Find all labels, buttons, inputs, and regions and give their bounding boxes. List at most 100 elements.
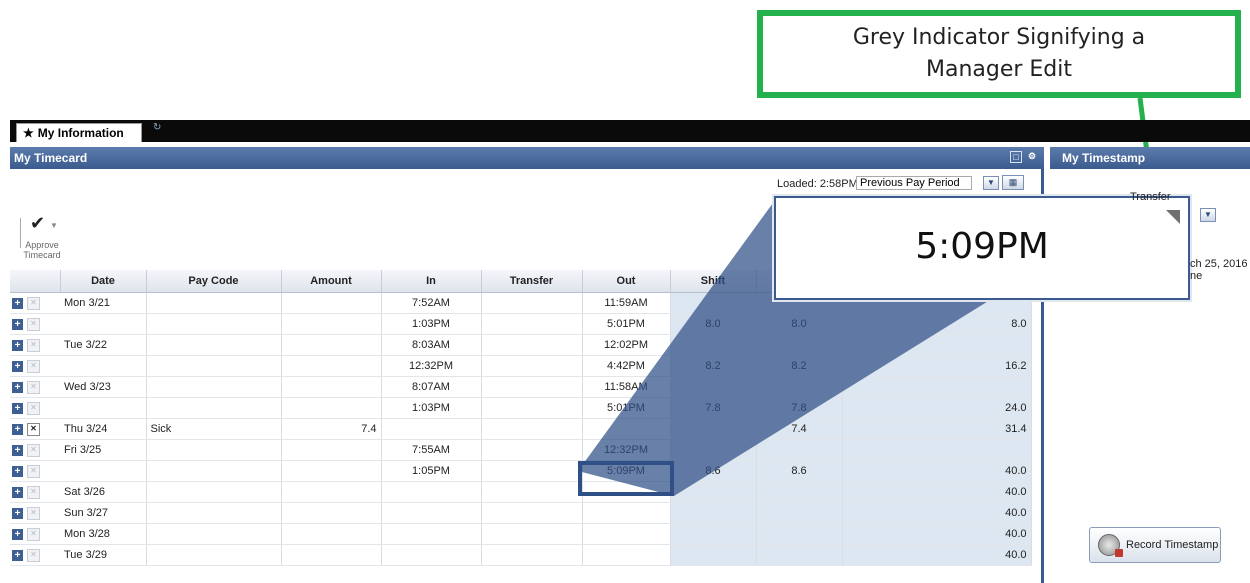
cell-in[interactable]: 1:03PM: [381, 313, 482, 335]
cell-pay-code[interactable]: [146, 481, 282, 503]
transfer-dropdown-icon[interactable]: ▼: [1200, 208, 1216, 222]
maximize-icon[interactable]: □: [1010, 151, 1022, 163]
plus-icon[interactable]: +: [12, 465, 23, 477]
header-date[interactable]: Date: [60, 270, 147, 293]
cell-transfer[interactable]: [481, 481, 583, 503]
cell-pay-code[interactable]: [146, 292, 282, 314]
cell-daily[interactable]: [756, 544, 843, 566]
delete-icon[interactable]: ✕: [27, 317, 40, 331]
cell-date[interactable]: Wed 3/23: [60, 376, 147, 398]
cell-amount[interactable]: [281, 481, 382, 503]
cell-in[interactable]: [381, 481, 482, 503]
cell-transfer[interactable]: [481, 355, 583, 377]
cell-in[interactable]: 8:07AM: [381, 376, 482, 398]
cell-in[interactable]: 8:03AM: [381, 334, 482, 356]
record-timestamp-button[interactable]: Record Timestamp: [1089, 527, 1221, 563]
plus-icon[interactable]: +: [12, 444, 23, 456]
cell-in[interactable]: 12:32PM: [381, 355, 482, 377]
header-pay-code[interactable]: Pay Code: [146, 270, 282, 293]
delete-icon[interactable]: ✕: [27, 548, 40, 562]
cell-amount[interactable]: [281, 313, 382, 335]
cell-date[interactable]: [60, 397, 147, 419]
plus-icon[interactable]: +: [12, 318, 23, 330]
cell-amount[interactable]: [281, 376, 382, 398]
cell-transfer[interactable]: [481, 418, 583, 440]
plus-icon[interactable]: +: [12, 402, 23, 414]
plus-icon[interactable]: +: [12, 507, 23, 519]
cell-date[interactable]: Sun 3/27: [60, 502, 147, 524]
cell-shift[interactable]: [670, 523, 757, 545]
cell-date[interactable]: Thu 3/24: [60, 418, 147, 440]
delete-icon[interactable]: ✕: [27, 422, 40, 436]
cell-amount[interactable]: [281, 397, 382, 419]
cell-pay-code[interactable]: [146, 355, 282, 377]
cell-total[interactable]: 40.0: [842, 544, 1032, 566]
cell-pay-code[interactable]: Sick: [146, 418, 282, 440]
table-row[interactable]: + ✕ Sun 3/27 40.0: [10, 502, 1032, 524]
checkmark-icon[interactable]: ✔: [30, 213, 45, 234]
plus-icon[interactable]: +: [12, 423, 23, 435]
cell-in[interactable]: [381, 544, 482, 566]
cell-amount[interactable]: [281, 439, 382, 461]
plus-icon[interactable]: +: [12, 360, 23, 372]
cell-total[interactable]: 40.0: [842, 523, 1032, 545]
approve-timecard-button[interactable]: Approve Timecard: [12, 240, 72, 260]
plus-icon[interactable]: +: [12, 381, 23, 393]
chevron-down-icon[interactable]: ▼: [983, 176, 999, 190]
cell-transfer[interactable]: [481, 376, 583, 398]
cell-in[interactable]: [381, 502, 482, 524]
cell-transfer[interactable]: [481, 313, 583, 335]
delete-icon[interactable]: ✕: [27, 443, 40, 457]
cell-transfer[interactable]: [481, 292, 583, 314]
cell-date[interactable]: [60, 355, 147, 377]
cell-date[interactable]: Mon 3/28: [60, 523, 147, 545]
delete-icon[interactable]: ✕: [27, 464, 40, 478]
cell-transfer[interactable]: [481, 544, 583, 566]
cell-shift[interactable]: [670, 502, 757, 524]
tab-my-information[interactable]: ★ My Information: [16, 123, 142, 142]
cell-in[interactable]: 1:05PM: [381, 460, 482, 482]
pay-period-select[interactable]: Previous Pay Period: [856, 176, 972, 190]
cell-transfer[interactable]: [481, 334, 583, 356]
cell-in[interactable]: 1:03PM: [381, 397, 482, 419]
calendar-icon[interactable]: ▦: [1002, 175, 1024, 190]
cell-date[interactable]: Sat 3/26: [60, 481, 147, 503]
delete-icon[interactable]: ✕: [27, 485, 40, 499]
cell-pay-code[interactable]: [146, 313, 282, 335]
cell-amount[interactable]: [281, 544, 382, 566]
cell-date[interactable]: [60, 460, 147, 482]
plus-icon[interactable]: +: [12, 339, 23, 351]
plus-icon[interactable]: +: [12, 528, 23, 540]
cell-transfer[interactable]: [481, 502, 583, 524]
table-row[interactable]: + ✕ Mon 3/28 40.0: [10, 523, 1032, 545]
cell-out[interactable]: [582, 502, 671, 524]
cell-in[interactable]: 7:55AM: [381, 439, 482, 461]
header-transfer[interactable]: Transfer: [481, 270, 583, 293]
plus-icon[interactable]: +: [12, 549, 23, 561]
cell-date[interactable]: Fri 3/25: [60, 439, 147, 461]
cell-pay-code[interactable]: [146, 397, 282, 419]
cell-pay-code[interactable]: [146, 460, 282, 482]
cell-pay-code[interactable]: [146, 523, 282, 545]
delete-icon[interactable]: ✕: [27, 506, 40, 520]
cell-out[interactable]: [582, 523, 671, 545]
cell-total[interactable]: 40.0: [842, 502, 1032, 524]
cell-amount[interactable]: [281, 502, 382, 524]
cell-pay-code[interactable]: [146, 544, 282, 566]
cell-transfer[interactable]: [481, 397, 583, 419]
cell-transfer[interactable]: [481, 523, 583, 545]
dropdown-arrow-icon[interactable]: ▼: [50, 221, 58, 230]
cell-pay-code[interactable]: [146, 502, 282, 524]
cell-amount[interactable]: [281, 460, 382, 482]
cell-pay-code[interactable]: [146, 376, 282, 398]
delete-icon[interactable]: ✕: [27, 338, 40, 352]
cell-amount[interactable]: [281, 334, 382, 356]
cell-date[interactable]: Mon 3/21: [60, 292, 147, 314]
cell-shift[interactable]: [670, 544, 757, 566]
cell-in[interactable]: 7:52AM: [381, 292, 482, 314]
cell-date[interactable]: [60, 313, 147, 335]
delete-icon[interactable]: ✕: [27, 296, 40, 310]
cell-amount[interactable]: [281, 355, 382, 377]
cell-transfer[interactable]: [481, 439, 583, 461]
cell-in[interactable]: [381, 523, 482, 545]
